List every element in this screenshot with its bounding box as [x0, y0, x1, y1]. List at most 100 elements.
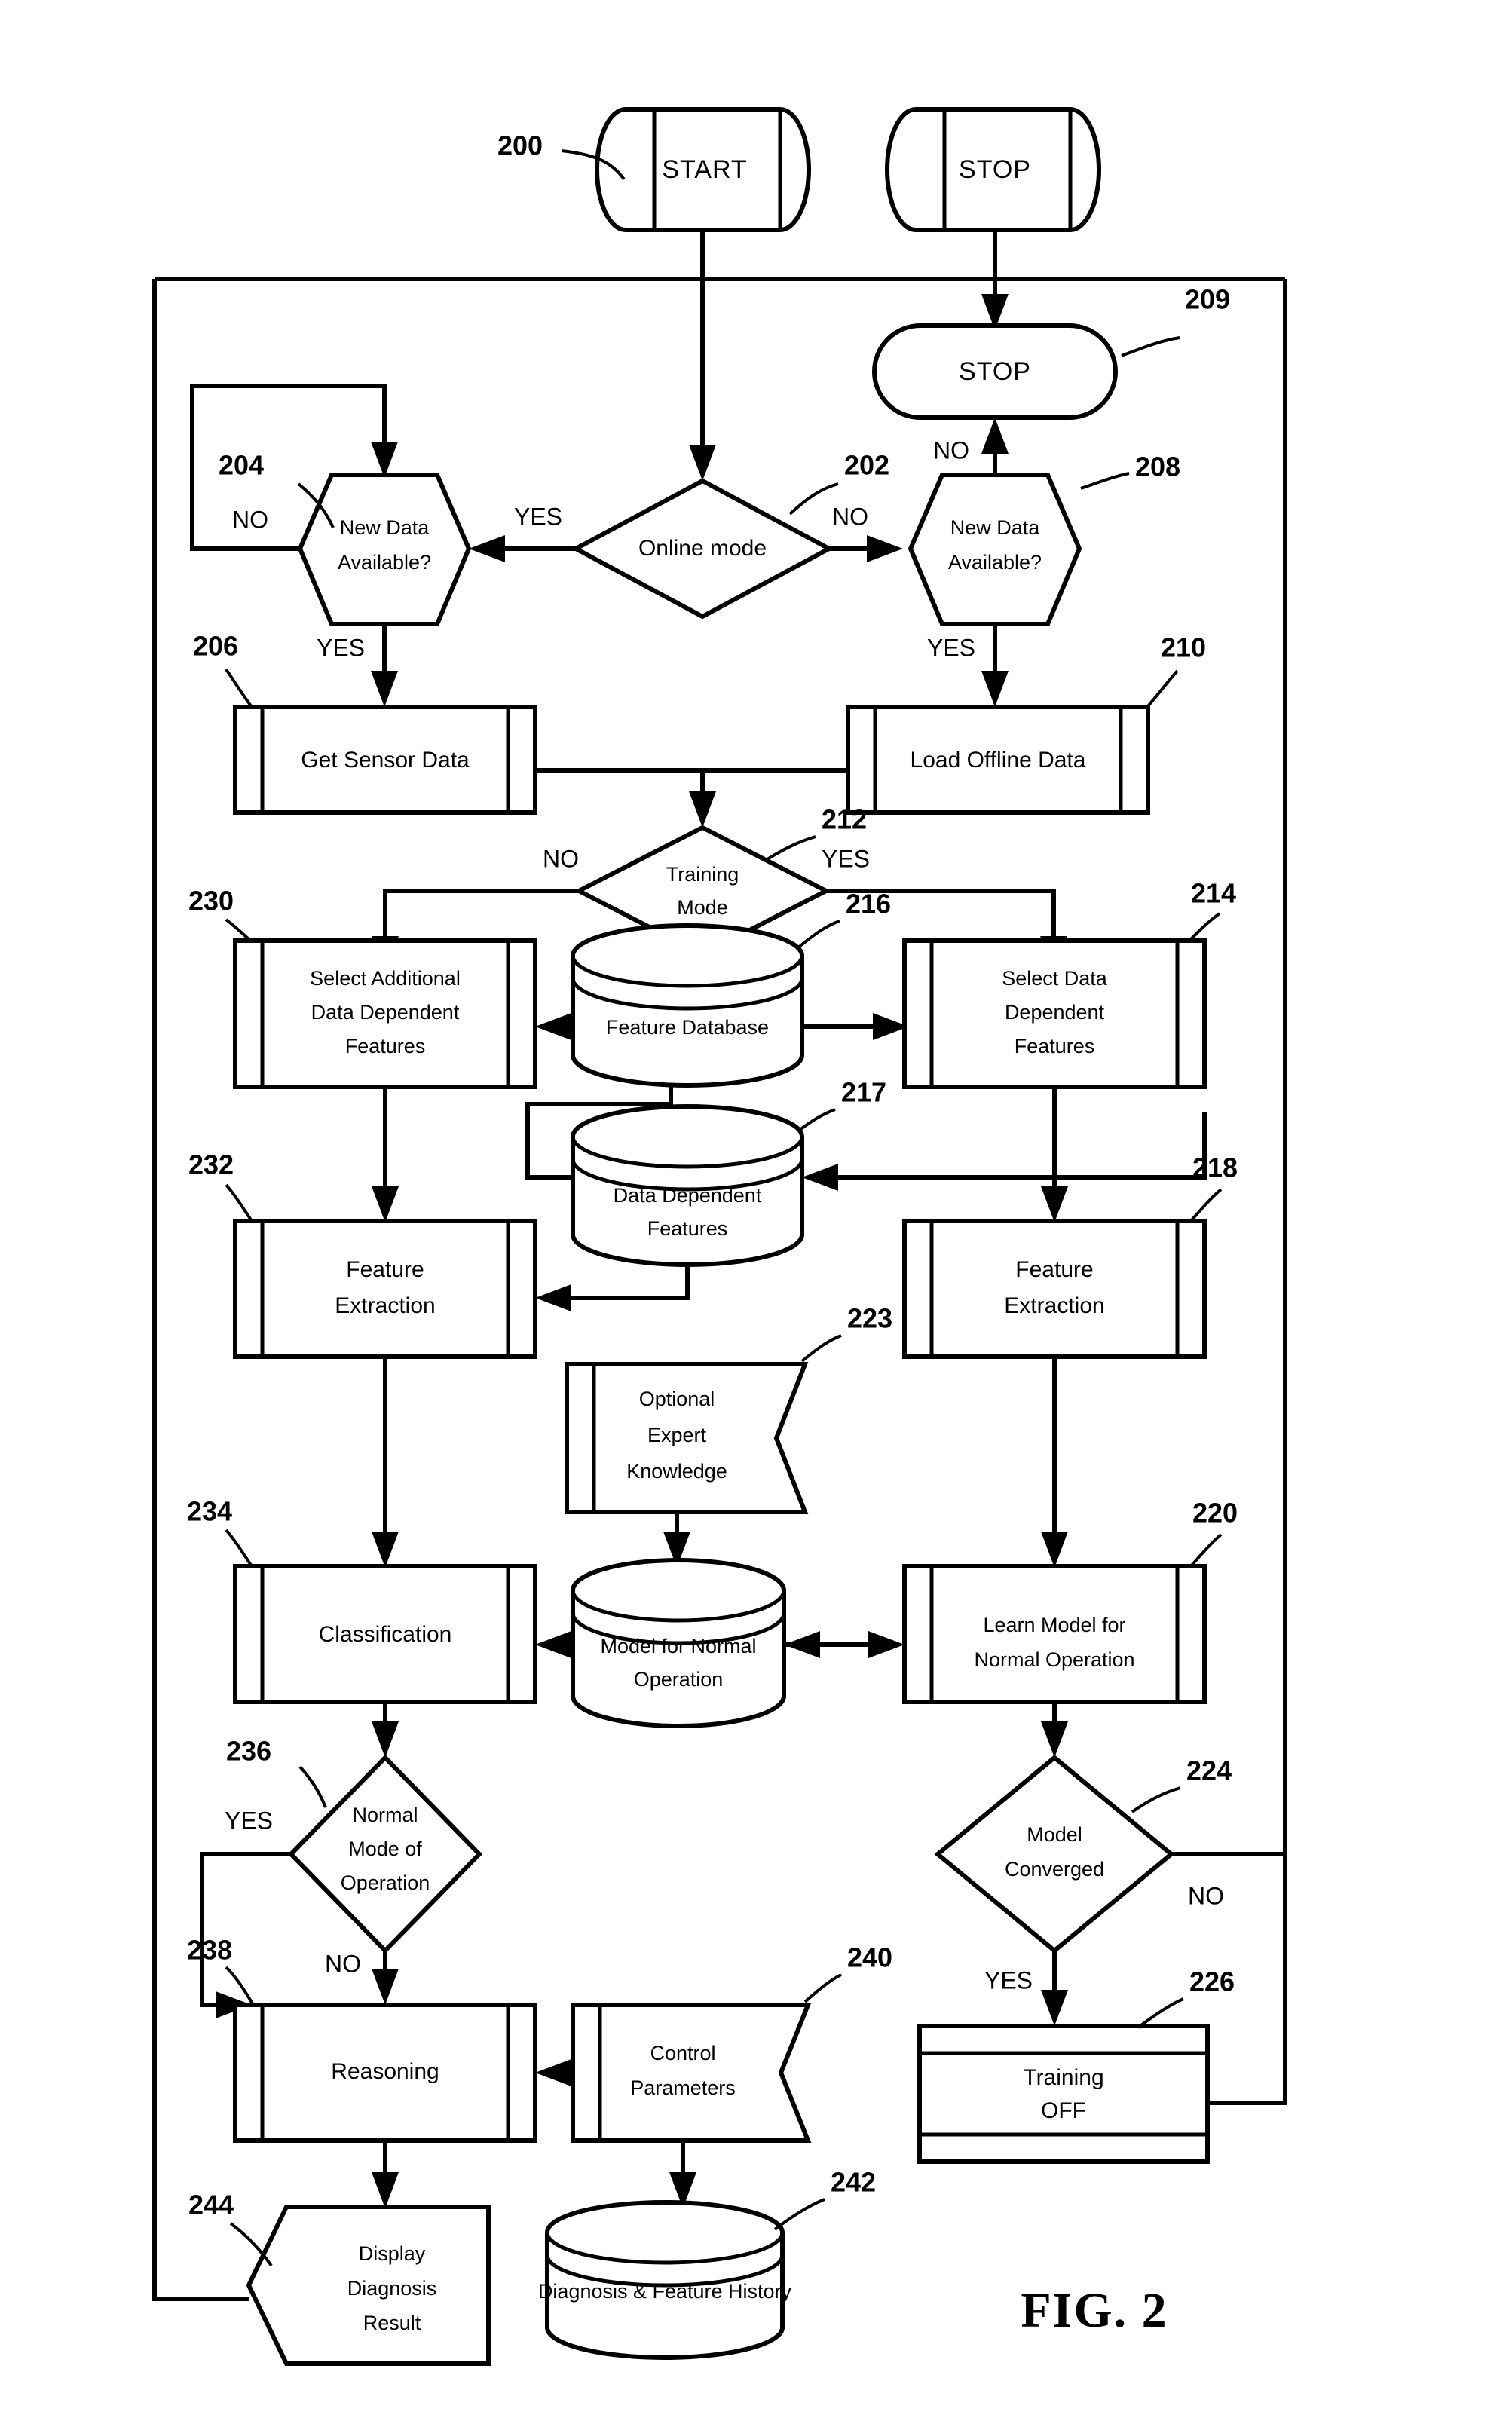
node-222-line2: Operation	[634, 1668, 724, 1691]
node-218-line1: Feature	[1015, 1257, 1093, 1282]
ref-220: 220	[1192, 1498, 1238, 1529]
ref-216: 216	[846, 889, 891, 920]
node-224-line1: Model	[1027, 1823, 1082, 1846]
node-204-line2: Available?	[338, 551, 431, 574]
node-217-line1: Data Dependent	[614, 1184, 762, 1207]
node-214-line2: Dependent	[1005, 1001, 1105, 1024]
node-display-diagnosis-result: Display Diagnosis Result	[246, 2205, 491, 2366]
node-get-sensor-data: Get Sensor Data	[233, 705, 537, 815]
ref-204: 204	[219, 450, 264, 481]
node-220-line2: Normal Operation	[974, 1648, 1134, 1671]
ref-234: 234	[187, 1496, 232, 1527]
node-244-line3: Result	[363, 2312, 421, 2334]
node-242-label: Diagnosis & Feature History	[538, 2280, 792, 2303]
node-212-line2: Mode	[677, 896, 728, 919]
node-new-data-208: New Data Available?	[908, 473, 1082, 626]
ref-238: 238	[187, 1935, 232, 1966]
ref-214: 214	[1191, 878, 1236, 909]
edge-label-202-no: NO	[832, 503, 868, 530]
node-start-label: START	[662, 155, 747, 184]
edge-label-224-yes: YES	[984, 1966, 1033, 1994]
node-214-line3: Features	[1015, 1035, 1095, 1057]
node-220-line1: Learn Model for	[983, 1614, 1125, 1636]
node-232-line2: Extraction	[335, 1293, 435, 1318]
node-222-line1: Model for Normal	[600, 1635, 756, 1657]
edge-label-208-no: NO	[933, 436, 969, 464]
node-204-line1: New Data	[340, 516, 430, 539]
node-classification: Classification	[233, 1564, 537, 1704]
node-230-line3: Features	[345, 1035, 426, 1057]
node-208-line1: New Data	[950, 516, 1041, 539]
node-226-line1: Training	[1023, 2065, 1103, 2090]
node-224-line2: Converged	[1005, 1858, 1104, 1881]
node-select-additional-features: Select Additional Data Dependent Feature…	[233, 938, 537, 1089]
node-learn-model: Learn Model for Normal Operation	[902, 1564, 1207, 1704]
node-208-line2: Available?	[948, 551, 1042, 574]
node-232-line1: Feature	[346, 1257, 424, 1282]
node-236-line1: Normal	[352, 1804, 418, 1826]
node-240-line2: Parameters	[630, 2076, 736, 2099]
node-select-data-dependent-features: Select Data Dependent Features	[902, 938, 1207, 1089]
node-optional-expert-knowledge: Optional Expert Knowledge	[565, 1362, 809, 1514]
node-236-line3: Operation	[341, 1871, 430, 1894]
node-240-line1: Control	[650, 2042, 715, 2064]
node-217-line2: Features	[647, 1217, 728, 1240]
node-stop-top-label: STOP	[959, 155, 1031, 184]
node-training-off: Training OFF	[917, 2024, 1210, 2164]
ref-244: 244	[188, 2190, 234, 2220]
ref-236: 236	[226, 1736, 271, 1767]
node-244-line2: Diagnosis	[347, 2277, 437, 2300]
edge-label-236-yes: YES	[225, 1807, 273, 1834]
node-stop-209-label: STOP	[959, 357, 1031, 386]
ref-200: 200	[497, 130, 543, 161]
flowchart-svg: START 200 STOP STOP 209 Online mode 202 …	[0, 0, 1512, 2436]
edge-label-224-no: NO	[1188, 1882, 1224, 1909]
edge-label-204-no: NO	[232, 506, 268, 533]
ref-217: 217	[841, 1077, 886, 1108]
node-load-offline-data: Load Offline Data	[846, 705, 1150, 815]
node-stop-209: STOP	[872, 323, 1118, 420]
ref-230: 230	[188, 886, 234, 917]
ref-224: 224	[1186, 1755, 1232, 1786]
node-238-label: Reasoning	[331, 2059, 439, 2084]
node-223-line3: Knowledge	[626, 1460, 727, 1483]
node-244-line1: Display	[359, 2242, 426, 2265]
ref-210: 210	[1161, 632, 1206, 663]
node-control-parameters: Control Parameters	[571, 2003, 812, 2143]
node-230-line1: Select Additional	[310, 967, 461, 990]
ref-242: 242	[831, 2167, 876, 2198]
node-230-line2: Data Dependent	[311, 1001, 460, 1024]
node-feature-extraction-right: Feature Extraction	[902, 1219, 1207, 1359]
ref-206: 206	[193, 631, 238, 662]
ref-240: 240	[847, 1942, 892, 1973]
node-model-normal-operation-db: Model for Normal Operation	[571, 1558, 786, 1728]
node-online-mode-label: Online mode	[638, 536, 767, 561]
node-new-data-204: New Data Available?	[297, 473, 472, 626]
edge-label-212-no: NO	[543, 845, 579, 872]
edge-label-236-no: NO	[325, 1950, 361, 1977]
node-210-label: Load Offline Data	[911, 748, 1086, 773]
node-218-line2: Extraction	[1004, 1293, 1104, 1318]
figure-canvas: START 200 STOP STOP 209 Online mode 202 …	[0, 0, 1512, 2436]
ref-212: 212	[822, 804, 867, 835]
node-214-line1: Select Data	[1002, 967, 1108, 990]
node-206-label: Get Sensor Data	[301, 748, 470, 773]
node-start: START	[595, 107, 811, 232]
node-234-label: Classification	[319, 1622, 452, 1647]
edge-label-212-yes: YES	[822, 845, 870, 872]
ref-209: 209	[1185, 284, 1230, 315]
node-data-dependent-features-db: Data Dependent Features	[571, 1104, 804, 1267]
node-223-line1: Optional	[639, 1388, 715, 1410]
ref-223: 223	[847, 1303, 892, 1334]
ref-208: 208	[1135, 451, 1180, 482]
node-216-label: Feature Database	[606, 1016, 769, 1039]
ref-202: 202	[844, 450, 889, 481]
node-diagnosis-feature-history-db: Diagnosis & Feature History	[538, 2200, 792, 2360]
node-236-line2: Mode of	[348, 1838, 422, 1860]
node-stop-top: STOP	[885, 107, 1101, 232]
node-212-line1: Training	[666, 863, 739, 886]
ref-226: 226	[1189, 1966, 1235, 1997]
node-feature-database: Feature Database	[571, 923, 804, 1088]
ref-218: 218	[1192, 1152, 1238, 1183]
node-226-line2: OFF	[1041, 2098, 1086, 2123]
